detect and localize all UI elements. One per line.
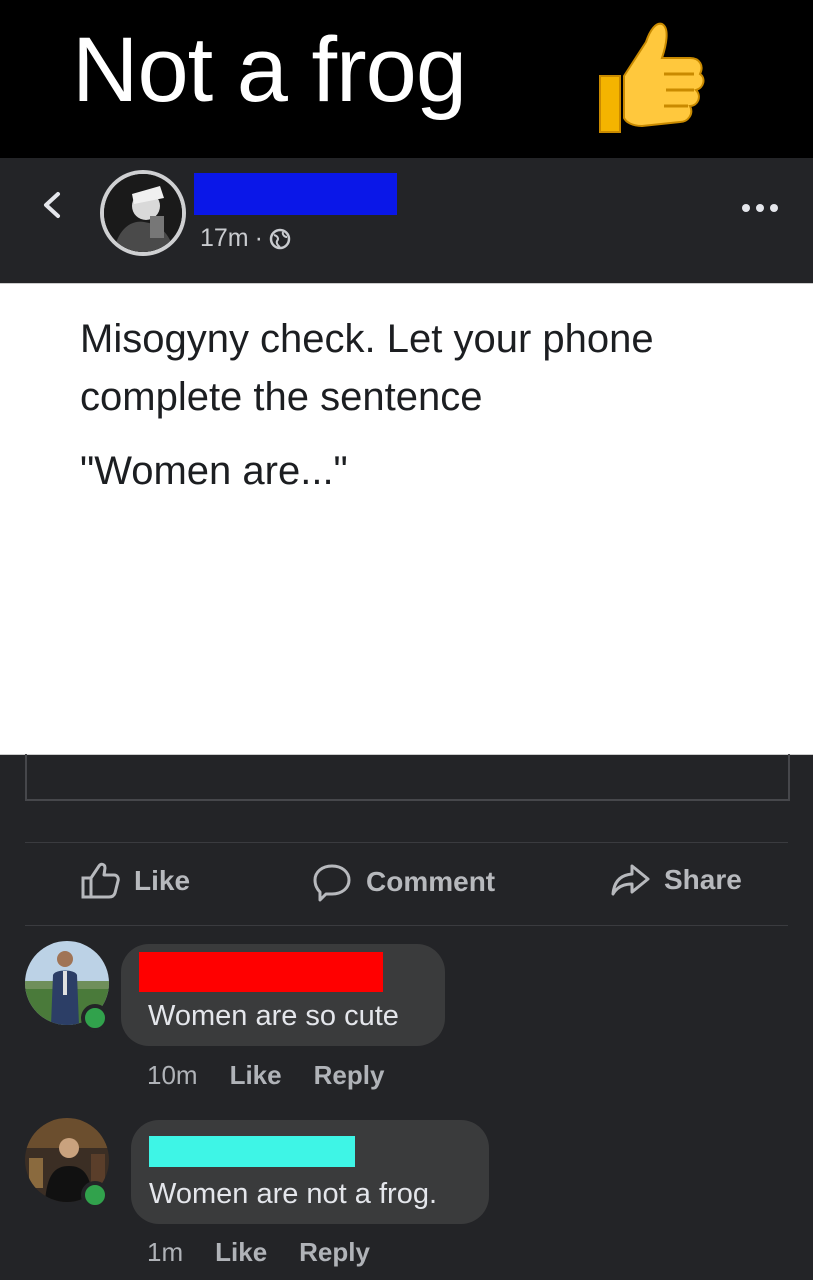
post-card: Misogyny check. Let your phone complete … [0, 283, 813, 755]
back-button[interactable] [36, 188, 70, 222]
author-name-redaction [194, 173, 397, 215]
comment-text: Women are not a frog. [149, 1178, 438, 1210]
share-label: Share [664, 864, 742, 895]
commenter-name-redaction [139, 952, 383, 992]
comment-actions: 1m Like Reply [147, 1237, 370, 1268]
chevron-left-icon [44, 192, 60, 218]
post-attachment-frame [25, 754, 790, 801]
meme-banner: Not a frog [0, 0, 813, 158]
post-time: 17m [200, 224, 249, 252]
post-quote: "Women are..." [80, 449, 348, 493]
like-button[interactable]: Like [80, 862, 190, 900]
online-status-dot [81, 1181, 109, 1209]
share-arrow-icon [611, 864, 650, 896]
comment-time: 1m [147, 1237, 184, 1267]
comment-actions: 10m Like Reply [147, 1060, 384, 1091]
post-text: Misogyny check. Let your phone complete … [80, 317, 654, 419]
more-dots-icon [742, 204, 778, 212]
banner-title: Not a frog [72, 19, 467, 121]
online-status-dot [81, 1004, 109, 1032]
comment-button[interactable]: Comment [312, 862, 495, 902]
comment-reply-button[interactable]: Reply [299, 1237, 370, 1268]
globe-icon [269, 228, 291, 249]
comment-text: Women are so cute [148, 1000, 399, 1032]
comment-bubble: Women are so cute [121, 944, 445, 1046]
comment-label: Comment [366, 866, 496, 897]
more-options-button[interactable] [738, 198, 784, 218]
commenter-name-redaction [149, 1136, 355, 1167]
comment-reply-button[interactable]: Reply [314, 1060, 385, 1091]
post-meta: 17m · [200, 224, 291, 253]
thumbs-up-icon [586, 18, 706, 138]
divider [25, 842, 788, 843]
thumbs-up-outline-icon [81, 862, 120, 899]
comment-bubble: Women are not a frog. [131, 1120, 489, 1224]
comment-bubble-icon [313, 864, 351, 902]
comment-like-button[interactable]: Like [215, 1237, 267, 1268]
divider [25, 925, 788, 926]
author-avatar[interactable] [100, 170, 186, 256]
post-header: 17m · [0, 158, 813, 282]
comment-time: 10m [147, 1060, 198, 1090]
like-label: Like [134, 865, 191, 896]
share-button[interactable]: Share [610, 862, 742, 898]
meta-separator: · [254, 224, 263, 252]
comment-like-button[interactable]: Like [230, 1060, 282, 1091]
